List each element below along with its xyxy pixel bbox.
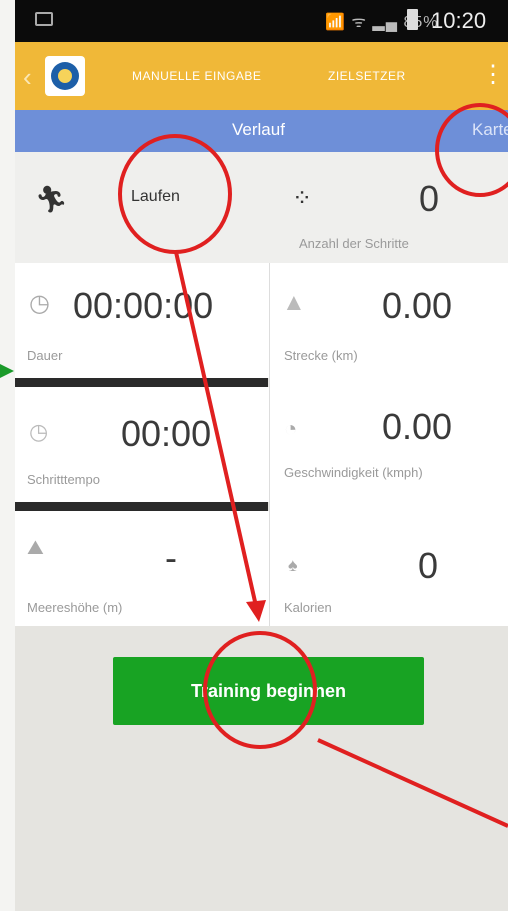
clock-icon: ◷ [29, 290, 50, 317]
signal-icons: 📶 ᯤ ▂▄ 85% [325, 14, 439, 31]
duration-label: Dauer [27, 348, 63, 363]
clock-icon: ◷ [29, 419, 49, 444]
tab-manual-entry[interactable]: MANUELLE EINGABE [132, 69, 261, 83]
road-icon: ▲ [282, 289, 306, 316]
tab-map[interactable]: Karte [472, 120, 508, 140]
pace-label: Schritttempo [27, 472, 100, 487]
speed-value: 0.00 [382, 406, 453, 447]
status-bar: 📶 ᯤ ▂▄ 85% 10:20 [15, 0, 508, 42]
back-icon[interactable]: ‹ [23, 62, 32, 93]
annotation-line-lower [317, 738, 508, 828]
speedometer-icon: ◔ [284, 416, 298, 441]
duration-value: 00:00:00 [73, 285, 214, 326]
altitude-value: - [165, 537, 177, 578]
activity-type-selector[interactable]: Laufen [131, 188, 180, 206]
activity-row: 🏃︎ Laufen ⁘ 0 Anzahl der Schritte [15, 152, 508, 263]
status-time: 10:20 [431, 8, 487, 33]
distance-label: Strecke (km) [284, 348, 358, 363]
duration-cell: ◷ 00:00:00 Dauer [15, 263, 269, 378]
flame-icon: ♠ [288, 555, 298, 575]
sub-tab-bar: Verlauf Karte [15, 110, 508, 152]
action-bar: ‹ MANUELLE EINGABE ZIELSETZER ⋮ [15, 42, 508, 110]
mountain-icon: ⛰︎ [27, 537, 44, 559]
speed-cell: ◔ 0.00 Geschwindigkeit (kmph) [270, 378, 508, 515]
pace-value: 00:00 [121, 413, 212, 454]
distance-cell: ▲ 0.00 Strecke (km) [270, 263, 508, 378]
battery-icon [407, 9, 418, 30]
footprints-icon: ⁘ [292, 185, 313, 212]
steps-label: Anzahl der Schritte [299, 236, 409, 251]
pace-cell: ◷ 00:00 Schritttempo [15, 387, 269, 502]
pace-divider [15, 502, 268, 511]
tab-goal-setter[interactable]: ZIELSETZER [328, 69, 406, 83]
tab-history[interactable]: Verlauf [232, 120, 285, 140]
steps-value: 0 [419, 178, 440, 219]
left-margin [0, 0, 15, 911]
grid-divider [269, 263, 270, 626]
altitude-label: Meereshöhe (m) [27, 600, 123, 615]
start-training-button[interactable]: Training beginnen [113, 657, 424, 725]
speed-label: Geschwindigkeit (kmph) [284, 465, 423, 480]
calories-value: 0 [418, 545, 439, 586]
notification-icon [35, 12, 53, 26]
duration-divider [15, 378, 268, 387]
overflow-menu-icon[interactable]: ⋮ [481, 60, 505, 89]
calories-cell: ♠ 0 Kalorien [270, 515, 508, 626]
distance-value: 0.00 [382, 285, 453, 326]
calories-label: Kalorien [284, 600, 332, 615]
app-logo[interactable] [45, 56, 85, 96]
altitude-cell: ⛰︎ - Meereshöhe (m) [15, 511, 269, 626]
running-person-icon: 🏃︎ [35, 184, 69, 214]
